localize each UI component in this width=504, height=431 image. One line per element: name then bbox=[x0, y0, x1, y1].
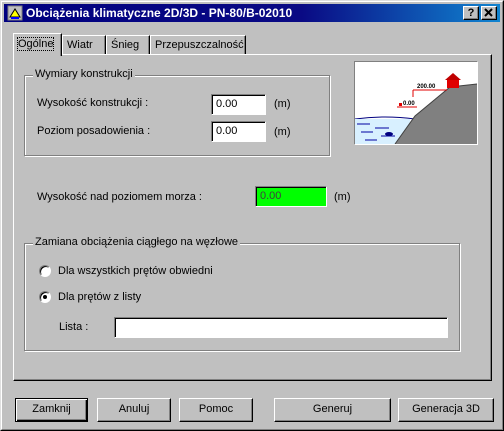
radio-list-bars-label[interactable]: Dla prętów z listy bbox=[58, 291, 141, 303]
radio-all-bars-label[interactable]: Dla wszystkich prętów obwiedni bbox=[58, 265, 213, 277]
tab-label: Wiatr bbox=[67, 39, 93, 51]
tab-label: Śnieg bbox=[111, 39, 140, 51]
sea-level-label: Wysokość nad poziomem morza : bbox=[37, 191, 202, 203]
foundation-label: Poziom posadowienia : bbox=[37, 125, 151, 137]
app-icon bbox=[7, 5, 23, 21]
list-label: Lista : bbox=[59, 321, 89, 333]
fish-icon bbox=[385, 132, 393, 136]
sea-level-input[interactable]: 0.00 bbox=[255, 186, 327, 207]
tab-przepuszczalnosc[interactable]: Przepuszczalność bbox=[150, 35, 246, 55]
group-title: Wymiary konstrukcji bbox=[33, 68, 135, 80]
height-label: Wysokość konstrukcji : bbox=[37, 97, 149, 109]
elevation-top-label: 200.00 bbox=[417, 84, 436, 90]
sea-level-unit: (m) bbox=[334, 191, 351, 203]
group-title: Zamiana obciążenia ciągłego na węzłowe bbox=[33, 236, 241, 248]
close-icon bbox=[484, 8, 493, 17]
generate-button[interactable]: Generuj bbox=[274, 398, 391, 422]
terrain-illustration: 200.00 0.00 bbox=[354, 61, 478, 145]
help-title-button[interactable]: ? bbox=[463, 6, 479, 20]
tab-wiatr[interactable]: Wiatr bbox=[62, 35, 106, 55]
elevation-bottom-label: 0.00 bbox=[403, 101, 415, 107]
generate-3d-button[interactable]: Generacja 3D bbox=[398, 398, 494, 422]
help-button[interactable]: Pomoc bbox=[179, 398, 253, 422]
dialog-window: Obciążenia klimatyczne 2D/3D - PN-80/B-0… bbox=[0, 0, 504, 431]
tab-snieg[interactable]: Śnieg bbox=[106, 35, 150, 55]
terrain-diagram: 200.00 0.00 bbox=[354, 62, 478, 145]
close-button[interactable]: Zamknij bbox=[15, 398, 88, 422]
window-title: Obciążenia klimatyczne 2D/3D - PN-80/B-0… bbox=[26, 6, 293, 20]
tab-label: Ogólne bbox=[16, 37, 55, 51]
title-bar[interactable]: Obciążenia klimatyczne 2D/3D - PN-80/B-0… bbox=[4, 4, 500, 22]
radio-list-bars[interactable] bbox=[39, 291, 51, 303]
tab-label: Przepuszczalność bbox=[155, 39, 244, 51]
close-title-button[interactable] bbox=[481, 6, 497, 20]
house-icon bbox=[447, 79, 459, 88]
height-input[interactable]: 0.00 bbox=[211, 94, 266, 115]
radio-selected-dot bbox=[43, 295, 47, 299]
radio-all-bars[interactable] bbox=[39, 265, 51, 277]
height-unit: (m) bbox=[274, 98, 291, 110]
list-input[interactable] bbox=[114, 317, 448, 338]
cancel-button[interactable]: Anuluj bbox=[97, 398, 171, 422]
foundation-unit: (m) bbox=[274, 126, 291, 138]
dimensions-group: Wymiary konstrukcji bbox=[24, 68, 330, 156]
tab-ogolne[interactable]: Ogólne bbox=[13, 33, 62, 56]
foundation-input[interactable]: 0.00 bbox=[211, 121, 266, 142]
